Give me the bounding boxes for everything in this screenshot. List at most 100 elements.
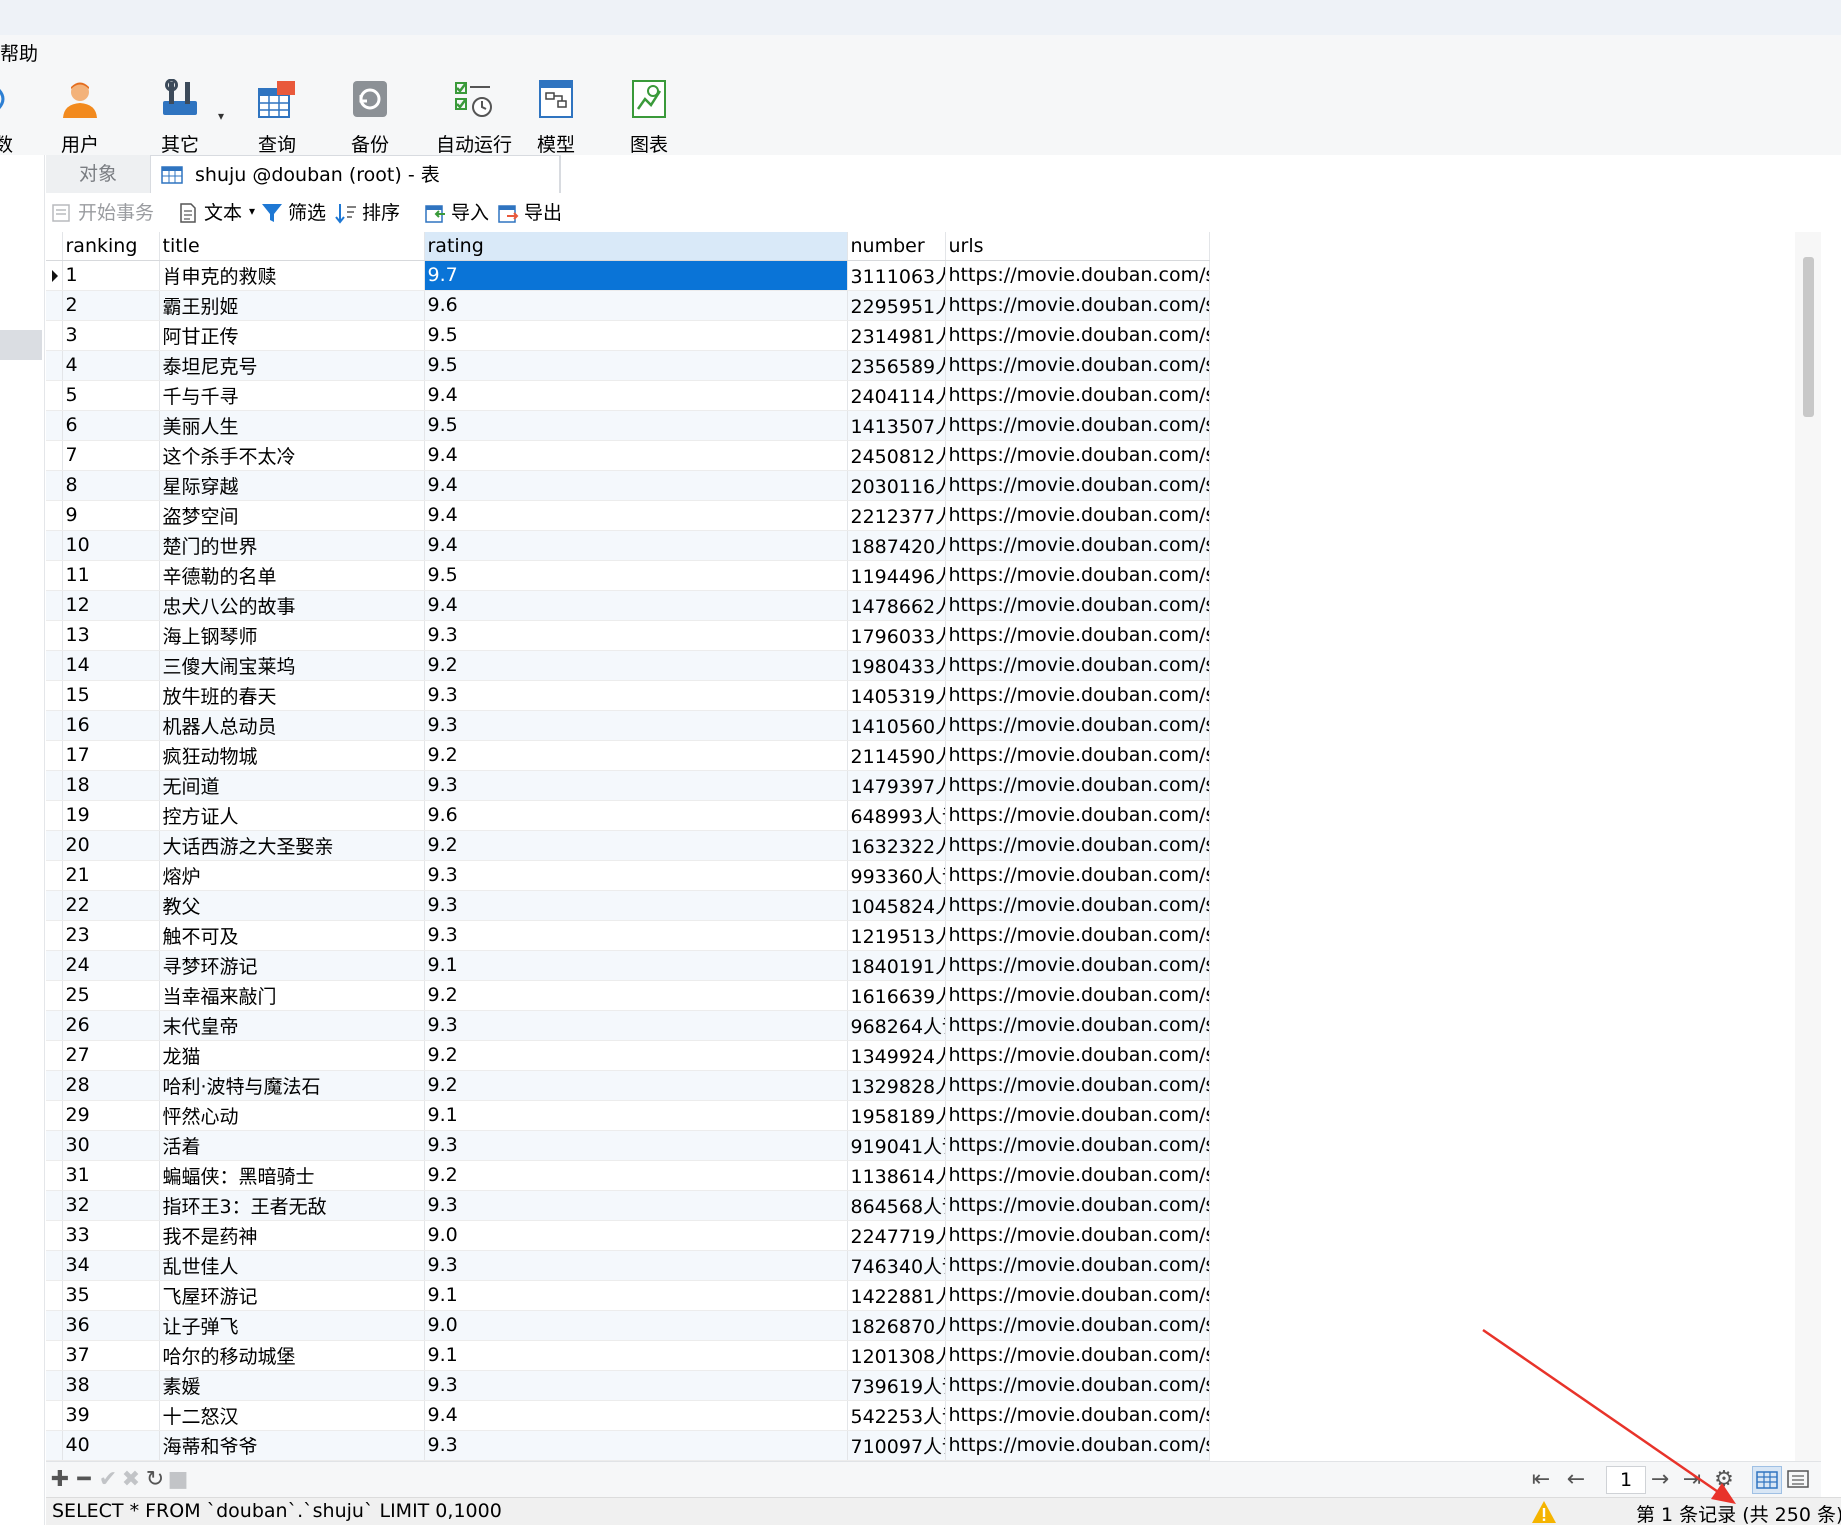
cell-ranking[interactable]: 7 — [62, 440, 160, 471]
row-indicator[interactable] — [46, 1160, 63, 1191]
cell-rating[interactable]: 9.3 — [424, 620, 848, 651]
cell-ranking[interactable]: 26 — [62, 1010, 160, 1041]
cell-rating[interactable]: 9.3 — [424, 1190, 848, 1221]
cell-urls[interactable]: https://movie.douban.com/su — [945, 770, 1210, 801]
cell-urls[interactable]: https://movie.douban.com/su — [945, 470, 1210, 501]
cell-ranking[interactable]: 33 — [62, 1220, 160, 1251]
toolbar-autorun-button[interactable]: 自动运行 — [424, 75, 524, 156]
cell-rating[interactable]: 9.3 — [424, 1010, 848, 1041]
row-indicator[interactable] — [46, 1310, 63, 1341]
row-indicator[interactable] — [46, 1340, 63, 1371]
cell-rating[interactable]: 9.4 — [424, 590, 848, 621]
cell-ranking[interactable]: 8 — [62, 470, 160, 501]
table-row[interactable]: 11 辛德勒的名单 9.5 1194496人 https://movie.douban.… — [46, 560, 1210, 591]
cell-urls[interactable]: https://movie.douban.com/su — [945, 920, 1210, 951]
row-indicator[interactable] — [46, 380, 63, 411]
row-indicator[interactable] — [46, 260, 63, 291]
table-row[interactable]: 30活着9.3919041人评https://movie.douban.com/… — [46, 1130, 1210, 1161]
row-indicator[interactable] — [46, 1100, 63, 1131]
table-row[interactable]: 26末代皇帝9.3968264人评https://movie.douban.co… — [46, 1010, 1210, 1041]
cell-urls[interactable]: https://movie.douban.com/su — [945, 1190, 1210, 1221]
grid-view-button[interactable] — [1752, 1466, 1782, 1494]
cell-ranking[interactable]: 31 — [62, 1160, 160, 1191]
cell-rating[interactable]: 9.3 — [424, 1250, 848, 1281]
toolbar-chart-button[interactable]: 图表 — [609, 75, 689, 156]
cell-rating[interactable]: 9.6 — [424, 800, 848, 831]
cell-title[interactable]: 哈利·波特与魔法石 — [159, 1070, 425, 1101]
row-indicator[interactable] — [46, 650, 63, 681]
cell-number[interactable]: 2404114人 — [847, 380, 946, 411]
first-page-button[interactable]: ⇤ — [1529, 1468, 1553, 1492]
cell-urls[interactable]: https://movie.douban.com/su — [945, 1340, 1210, 1371]
table-row[interactable]: 2 霸王别姬 9.6 2295951人 https://movie.douban.com… — [46, 290, 1210, 321]
row-indicator[interactable] — [46, 620, 63, 651]
apply-changes-button[interactable]: ✔ — [96, 1468, 120, 1492]
row-indicator[interactable] — [46, 890, 63, 921]
cell-urls[interactable]: https://movie.douban.com/su — [945, 710, 1210, 741]
cell-rating[interactable]: 9.4 — [424, 530, 848, 561]
cell-rating[interactable]: 9.4 — [424, 470, 848, 501]
table-row[interactable]: 22 教父 9.3 1045824人 https://movie.douban.com/… — [46, 890, 1210, 921]
table-row[interactable]: 13 海上钢琴师 9.3 1796033人 https://movie.douban.c… — [46, 620, 1210, 651]
page-number-input[interactable]: 1 — [1606, 1466, 1646, 1494]
cell-urls[interactable]: https://movie.douban.com/su — [945, 1160, 1210, 1191]
cell-urls[interactable]: https://movie.douban.com/su — [945, 980, 1210, 1011]
cell-rating[interactable]: 9.3 — [424, 1130, 848, 1161]
row-indicator[interactable] — [46, 320, 63, 351]
cell-urls[interactable]: https://movie.douban.com/su — [945, 320, 1210, 351]
dropdown-arrow-icon[interactable]: ▾ — [218, 109, 224, 123]
cell-number[interactable]: 1219513人 — [847, 920, 946, 951]
cell-rating[interactable]: 9.2 — [424, 1160, 848, 1191]
cell-number[interactable]: 1478662人 — [847, 590, 946, 621]
row-indicator[interactable] — [46, 500, 63, 531]
cell-ranking[interactable]: 19 — [62, 800, 160, 831]
row-indicator[interactable] — [46, 590, 63, 621]
cell-number[interactable]: 2030116人 — [847, 470, 946, 501]
table-row[interactable]: 32指环王3：王者无敌9.3864568人评https://movie.doub… — [46, 1190, 1210, 1221]
table-row[interactable]: 37 哈尔的移动城堡 9.1 1201308人 https://movie.douban… — [46, 1340, 1210, 1371]
cell-ranking[interactable]: 20 — [62, 830, 160, 861]
vertical-scrollbar[interactable] — [1795, 232, 1821, 1461]
table-row[interactable]: 5 千与千寻 9.4 2404114人 https://movie.douban.com… — [46, 380, 1210, 411]
table-row[interactable]: 35 飞屋环游记 9.1 1422881人 https://movie.douban.c… — [46, 1280, 1210, 1311]
cell-ranking[interactable]: 29 — [62, 1100, 160, 1131]
cell-number[interactable]: 919041人评 — [847, 1130, 946, 1161]
cell-ranking[interactable]: 16 — [62, 710, 160, 741]
cell-number[interactable]: 1980433人 — [847, 650, 946, 681]
text-dropdown-arrow-icon[interactable]: ▾ — [249, 204, 255, 218]
row-indicator[interactable] — [46, 1400, 63, 1431]
cell-number[interactable]: 1194496人 — [847, 560, 946, 591]
cell-urls[interactable]: https://movie.douban.com/su — [945, 440, 1210, 471]
row-indicator[interactable] — [46, 1250, 63, 1281]
cell-rating[interactable]: 9.0 — [424, 1310, 848, 1341]
cell-title[interactable]: 盗梦空间 — [159, 500, 425, 531]
cell-ranking[interactable]: 23 — [62, 920, 160, 951]
cell-urls[interactable]: https://movie.douban.com/su — [945, 350, 1210, 381]
cell-ranking[interactable]: 12 — [62, 590, 160, 621]
cell-urls[interactable]: https://movie.douban.com/su — [945, 800, 1210, 831]
row-indicator[interactable] — [46, 1040, 63, 1071]
cell-rating[interactable]: 9.3 — [424, 860, 848, 891]
cell-rating[interactable]: 9.3 — [424, 710, 848, 741]
scrollbar-thumb[interactable] — [1803, 257, 1814, 417]
cell-title[interactable]: 末代皇帝 — [159, 1010, 425, 1041]
cell-ranking[interactable]: 3 — [62, 320, 160, 351]
cell-number[interactable]: 648993人评 — [847, 800, 946, 831]
cell-ranking[interactable]: 36 — [62, 1310, 160, 1341]
cell-title[interactable]: 三傻大闹宝莱坞 — [159, 650, 425, 681]
row-indicator[interactable] — [46, 920, 63, 951]
cell-title[interactable]: 寻梦环游记 — [159, 950, 425, 981]
delete-record-button[interactable]: ━ — [72, 1468, 96, 1492]
cell-title[interactable]: 楚门的世界 — [159, 530, 425, 561]
cell-title[interactable]: 指环王3：王者无敌 — [159, 1190, 425, 1221]
row-indicator[interactable] — [46, 1430, 63, 1461]
cell-rating[interactable]: 9.5 — [424, 350, 848, 381]
cell-title[interactable]: 飞屋环游记 — [159, 1280, 425, 1311]
row-indicator[interactable] — [46, 980, 63, 1011]
cell-rating[interactable]: 9.5 — [424, 560, 848, 591]
cell-rating[interactable]: 9.1 — [424, 950, 848, 981]
table-row[interactable]: 24 寻梦环游记 9.1 1840191人 https://movie.douban.c… — [46, 950, 1210, 981]
cell-number[interactable]: 710097人评 — [847, 1430, 946, 1461]
cell-number[interactable]: 993360人评 — [847, 860, 946, 891]
table-row[interactable]: 12 忠犬八公的故事 9.4 1478662人 https://movie.douban… — [46, 590, 1210, 621]
